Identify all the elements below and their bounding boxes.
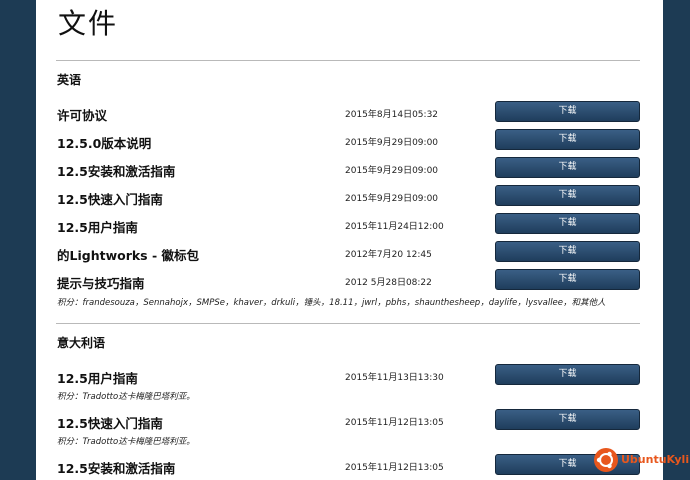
- doc-name: 12.5安装和激活指南: [57, 461, 176, 476]
- doc-date: 2015年9月29日09:00: [345, 138, 439, 148]
- download-button[interactable]: 下载: [495, 129, 640, 150]
- doc-date: 2015年11月24日12:00: [345, 222, 444, 232]
- doc-credit: 积分：Tradotto达卡梅隆巴塔利亚。: [57, 392, 195, 402]
- doc-name: 12.5快速入门指南: [57, 192, 163, 207]
- doc-date: 2015年11月13日13:30: [345, 373, 444, 383]
- section-divider: [56, 60, 640, 61]
- download-button[interactable]: 下载: [495, 364, 640, 385]
- doc-row: 的Lightworks - 徽标包 2012年7月20 12:45 下载: [36, 241, 663, 267]
- doc-date: 2012年7月20 12:45: [345, 250, 432, 260]
- doc-row: 许可协议 2015年8月14日05:32 下载: [36, 101, 663, 127]
- download-button[interactable]: 下载: [495, 269, 640, 290]
- doc-name: 12.5用户指南: [57, 220, 138, 235]
- ubuntukylin-watermark: UbuntuKylin: [594, 448, 690, 474]
- doc-row: 12.5快速入门指南 2015年9月29日09:00 下载: [36, 185, 663, 211]
- doc-name: 12.5快速入门指南: [57, 416, 163, 431]
- download-button[interactable]: 下载: [495, 241, 640, 262]
- doc-row: 提示与技巧指南 2012 5月28日08:22 下载: [36, 269, 663, 295]
- doc-name: 12.5.0版本说明: [57, 136, 152, 151]
- doc-name: 提示与技巧指南: [57, 276, 145, 291]
- doc-name: 12.5用户指南: [57, 371, 138, 386]
- doc-credit: 积分：Tradotto达卡梅隆巴塔利亚。: [57, 437, 195, 447]
- doc-name: 许可协议: [57, 108, 108, 123]
- doc-credit: 积分：frandesouza，Sennahojx，SMPSe，khaver，dr…: [57, 298, 606, 308]
- download-button[interactable]: 下载: [495, 185, 640, 206]
- doc-date: 2015年9月29日09:00: [345, 194, 439, 204]
- section-title-english: 英语: [57, 73, 82, 87]
- doc-row: 12.5安装和激活指南 2015年9月29日09:00 下载: [36, 157, 663, 183]
- page-title: 文件: [58, 7, 119, 40]
- doc-row: 12.5快速入门指南 2015年11月12日13:05 下载: [36, 409, 663, 435]
- section-divider: [56, 323, 640, 324]
- download-button[interactable]: 下载: [495, 409, 640, 430]
- doc-date: 2015年11月12日13:05: [345, 418, 444, 428]
- doc-date: 2015年8月14日05:32: [345, 110, 439, 120]
- doc-date: 2015年9月29日09:00: [345, 166, 439, 176]
- doc-name: 12.5安装和激活指南: [57, 164, 176, 179]
- doc-name: 的Lightworks - 徽标包: [57, 248, 200, 263]
- watermark-text: UbuntuKylin: [621, 453, 690, 466]
- doc-row: 12.5用户指南 2015年11月13日13:30 下载: [36, 364, 663, 390]
- download-button[interactable]: 下载: [495, 157, 640, 178]
- section-title-italian: 意大利语: [57, 336, 106, 350]
- doc-date: 2012 5月28日08:22: [345, 278, 432, 288]
- documents-page: 文件 英语 许可协议 2015年8月14日05:32 下载 12.5.0版本说明…: [36, 0, 663, 479]
- download-button[interactable]: 下载: [495, 101, 640, 122]
- ubuntu-logo-icon: [594, 448, 618, 472]
- doc-row: 12.5.0版本说明 2015年9月29日09:00 下载: [36, 129, 663, 155]
- doc-date: 2015年11月12日13:05: [345, 463, 444, 473]
- doc-row: 12.5用户指南 2015年11月24日12:00 下载: [36, 213, 663, 239]
- doc-row: 12.5安装和激活指南 2015年11月12日13:05 下载: [36, 454, 663, 480]
- download-button[interactable]: 下载: [495, 213, 640, 234]
